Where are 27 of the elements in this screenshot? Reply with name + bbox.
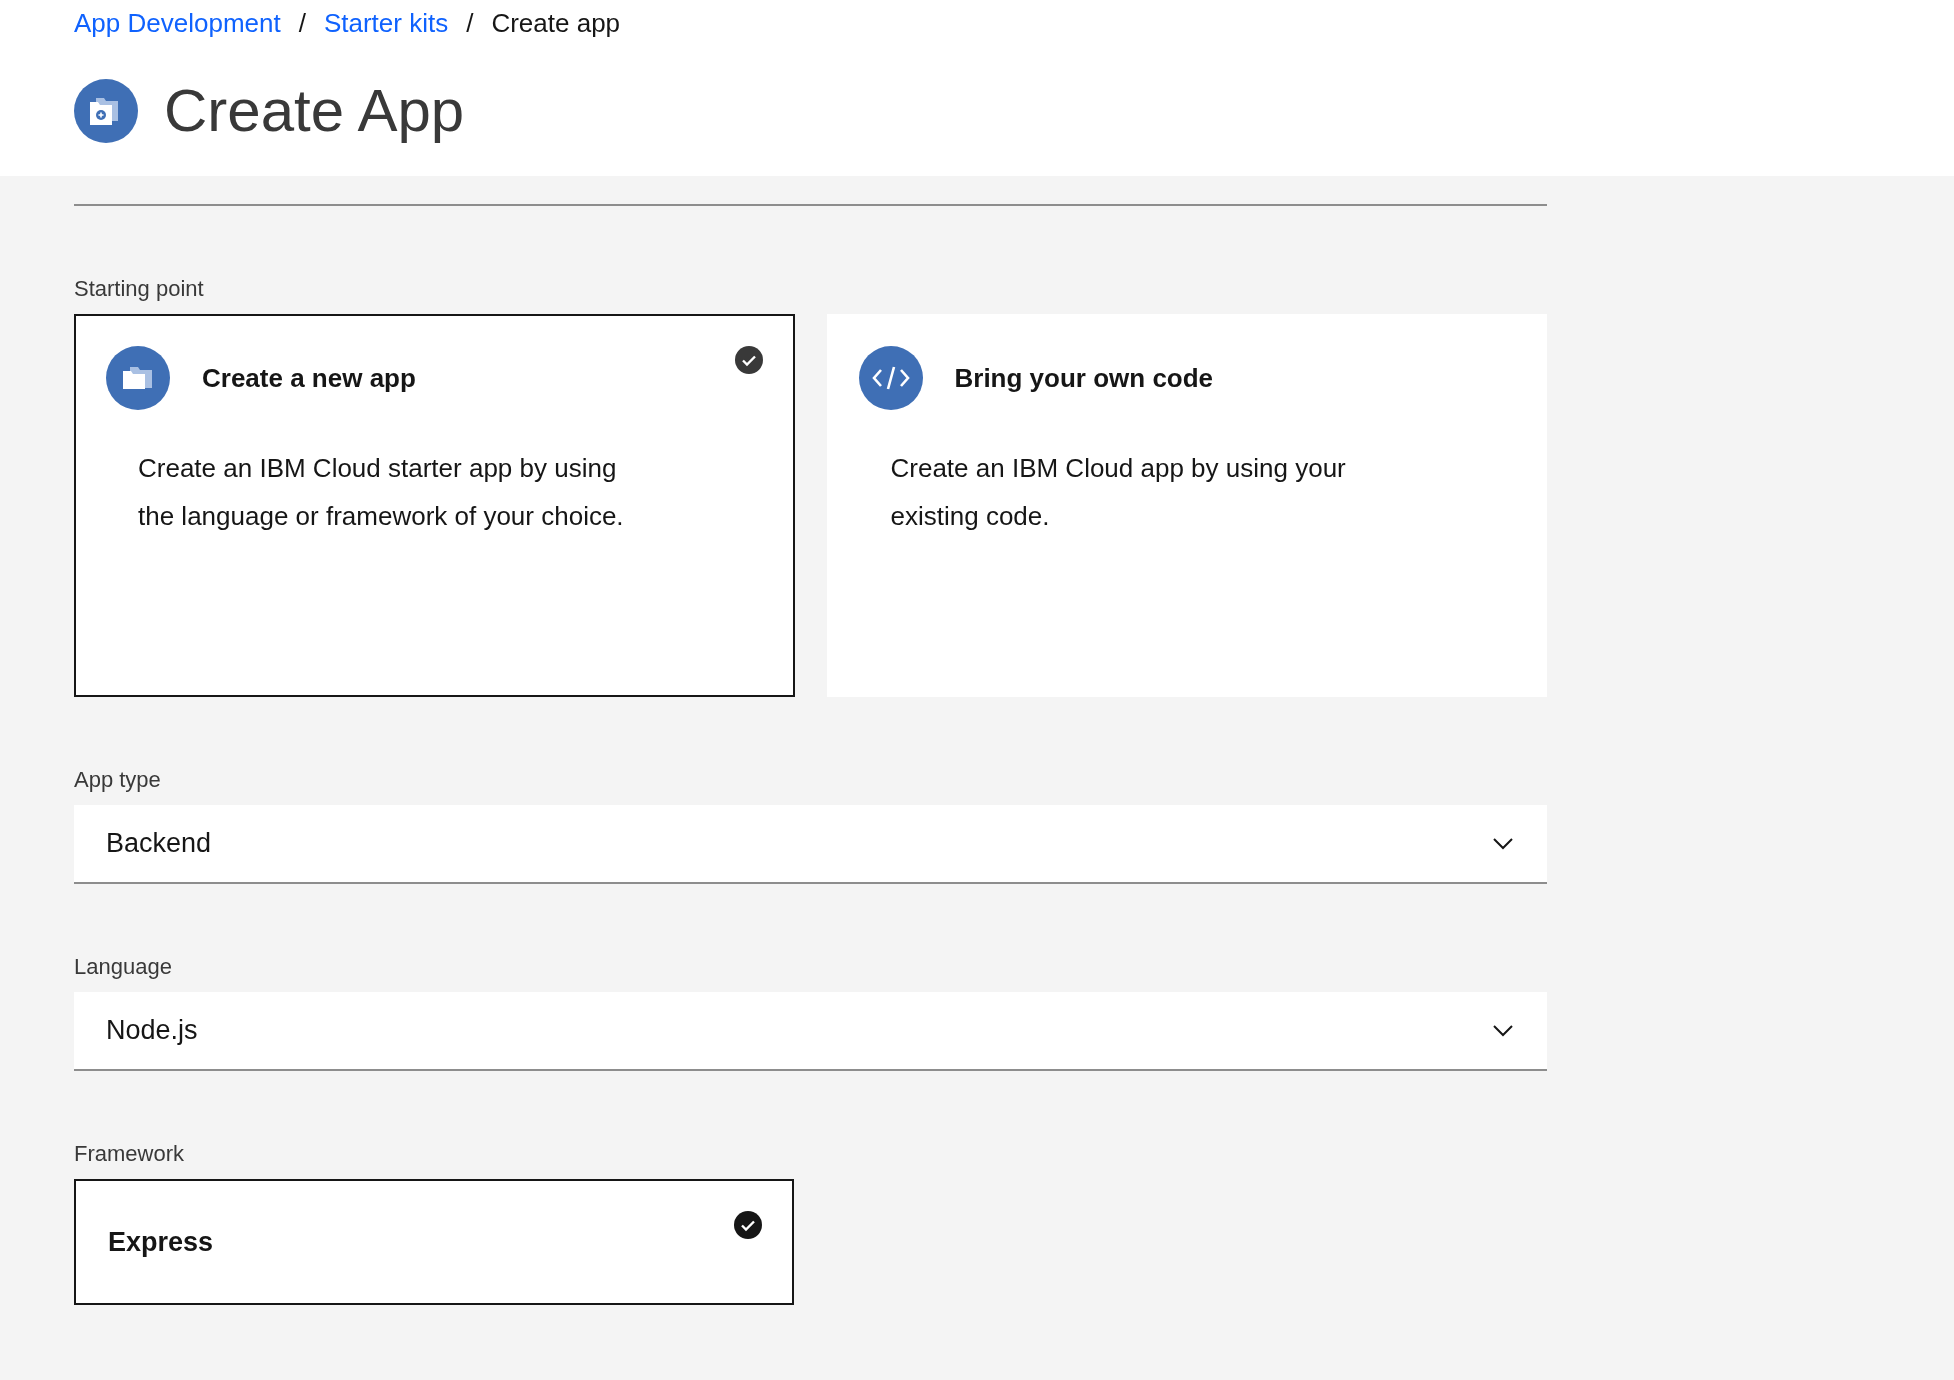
field-label: Starting point [74,276,205,302]
field-label: Framework [74,1141,185,1167]
page-title: Create App [164,76,465,145]
dropdown[interactable]: Node.js [74,992,1547,1071]
field-label: Language [74,954,173,980]
option-card[interactable]: Create a new app Create an IBM Cloud starter app by using the language or framework of your choice. [74,314,795,697]
breadcrumb-current: Create app [491,7,621,39]
breadcrumb-separator: / [466,7,474,39]
framework-tile[interactable]: Express [74,1179,794,1305]
code-icon [858,346,923,410]
chevron-down-icon [1493,1024,1513,1037]
option-title: Create a new app [202,362,416,394]
breadcrumb-separator: / [298,7,306,39]
dropdown[interactable]: Backend [74,805,1547,884]
checkmark-icon [734,1211,762,1239]
option-title: Bring your own code [954,362,1214,394]
field-label: App type [74,767,162,793]
breadcrumb-link[interactable]: App Development [74,7,281,39]
breadcrumb-link[interactable]: Starter kits [323,7,449,39]
option-card[interactable]: Bring your own code Create an IBM Cloud app by using your existing code. [826,314,1547,697]
folder-icon [106,346,170,410]
folder-add-icon [74,78,138,143]
checkmark-icon [734,346,763,374]
chevron-down-icon [1493,837,1513,850]
option-description: Create an IBM Cloud starter app by using the language or framework of your choice. [138,452,625,533]
option-description: Create an IBM Cloud app by using your existing code. [890,452,1347,533]
framework-name: Express [108,1226,214,1258]
